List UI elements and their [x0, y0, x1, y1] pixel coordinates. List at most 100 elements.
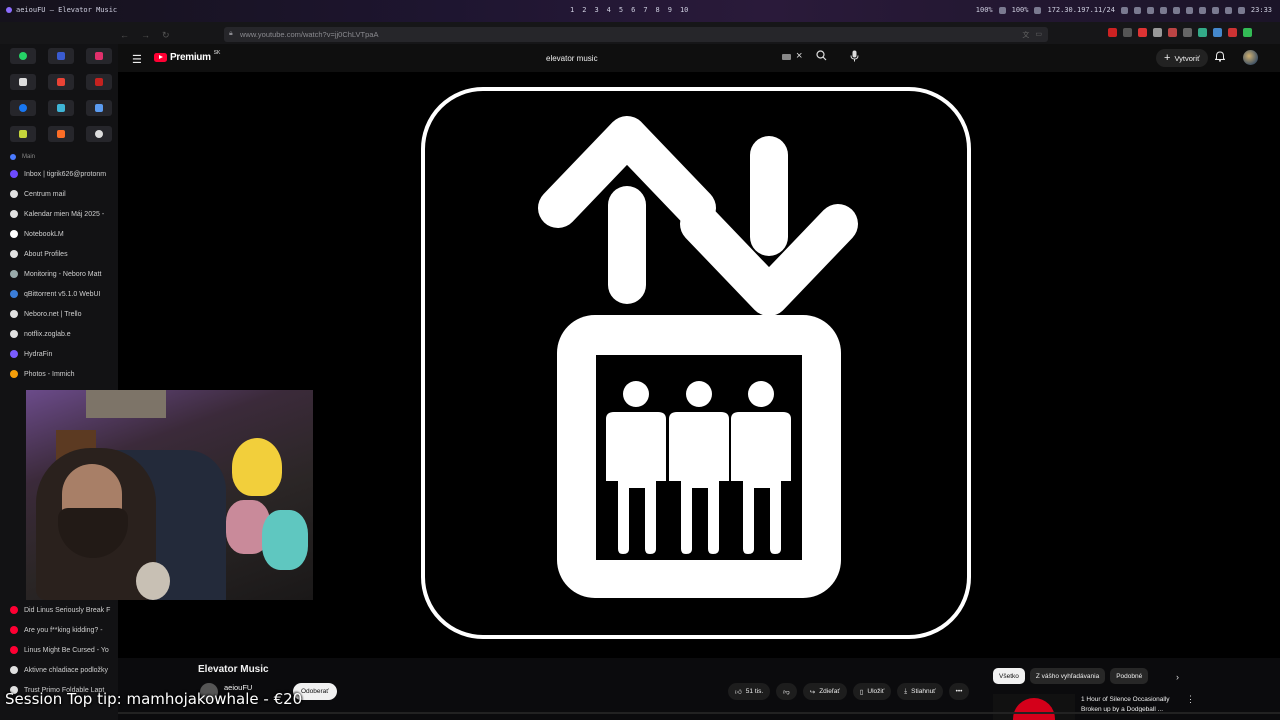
tray-app-icon[interactable]	[1120, 6, 1128, 14]
tray-app-icon[interactable]	[1211, 6, 1219, 14]
workspace-button[interactable]: 3	[594, 6, 598, 14]
chip-related[interactable]: Podobné	[1110, 668, 1149, 684]
webcam-miku-plush	[262, 510, 308, 570]
sidebar-tab[interactable]: Aktivne chladiace podložky	[0, 660, 118, 680]
microphone-icon[interactable]	[850, 50, 859, 65]
tray-app-icon[interactable]	[1237, 6, 1245, 14]
network-icon[interactable]	[1034, 6, 1042, 14]
extension-icon[interactable]	[1153, 28, 1162, 37]
reader-icon[interactable]: ▭	[1035, 30, 1042, 40]
notifications-bell-icon[interactable]	[1214, 51, 1226, 65]
workspace-button[interactable]: 4	[607, 6, 611, 14]
pinned-gitlab-icon[interactable]	[48, 126, 74, 142]
workspace-button[interactable]: 2	[582, 6, 586, 14]
tab-favicon-icon	[10, 210, 18, 218]
sidebar-tab[interactable]: NotebookLM	[0, 224, 118, 244]
more-actions-button[interactable]: •••	[948, 683, 970, 700]
chip-all[interactable]: Všetko	[993, 668, 1025, 684]
translate-icon[interactable]: 文	[1022, 30, 1029, 40]
tray-app-icon[interactable]	[1172, 6, 1180, 14]
forward-icon[interactable]: →	[141, 30, 150, 41]
extension-icon[interactable]	[1108, 28, 1117, 37]
pinned-app-icon[interactable]	[10, 126, 36, 142]
address-bar[interactable]: 🔒︎ www.youtube.com/watch?v=jj0ChLVTpaA 文…	[224, 27, 1048, 42]
extension-icon[interactable]	[1243, 28, 1252, 37]
tab-group-label[interactable]: Main	[0, 150, 118, 164]
pinned-instagram-icon[interactable]	[86, 48, 112, 64]
workspace-button[interactable]: 7	[643, 6, 647, 14]
sidebar-tab[interactable]: Monitoring - Neboro Matt	[0, 264, 118, 284]
sidebar-tab[interactable]: Did Linus Seriously Break F	[0, 600, 118, 620]
tray-app-icon[interactable]	[1185, 6, 1193, 14]
workspace-button[interactable]: 10	[680, 6, 688, 14]
workspace-button[interactable]: 5	[619, 6, 623, 14]
tray-app-icon[interactable]	[1146, 6, 1154, 14]
menu-icon[interactable]: ☰	[132, 53, 142, 66]
sidebar-tab[interactable]: Inbox | tigrik626@protonm	[0, 164, 118, 184]
more-vertical-icon[interactable]: ⋮	[1186, 694, 1195, 705]
sidebar-tab[interactable]: qBittorrent v5.1.0 WebUI	[0, 284, 118, 304]
tray-app-icon[interactable]	[1159, 6, 1167, 14]
sidebar-tab[interactable]: Centrum mail	[0, 184, 118, 204]
sidebar-tab[interactable]: Are you f**king kidding? -	[0, 620, 118, 640]
share-label: Zdieľať	[819, 688, 840, 695]
sidebar-tab[interactable]: HydraFin	[0, 344, 118, 364]
page-scrollbar[interactable]	[118, 712, 1280, 714]
tab-favicon-icon	[10, 310, 18, 318]
youtube-logo[interactable]: Premium SK	[154, 50, 220, 63]
pinned-messenger-icon[interactable]	[10, 100, 36, 116]
pinned-gmail-icon[interactable]	[86, 74, 112, 90]
pinned-app-icon[interactable]	[86, 100, 112, 116]
pinned-app-icon[interactable]	[48, 100, 74, 116]
share-button[interactable]: ↪ Zdieľať	[802, 683, 847, 700]
sidebar-tab[interactable]: About Profiles	[0, 244, 118, 264]
account-avatar[interactable]	[1243, 50, 1258, 65]
recommendation-thumbnail[interactable]	[993, 694, 1075, 720]
like-button[interactable]: 👍︎ 51 tis.	[728, 683, 771, 700]
save-button[interactable]: ▯ Uložiť	[852, 683, 892, 700]
sidebar-tab[interactable]: Photos - Immich	[0, 364, 118, 384]
tray-app-icon[interactable]	[1224, 6, 1232, 14]
sidebar-tab[interactable]: Neboro.net | Trello	[0, 304, 118, 324]
extension-icon[interactable]	[1183, 28, 1192, 37]
extension-icon[interactable]	[1138, 28, 1147, 37]
tray-app-icon[interactable]	[1198, 6, 1206, 14]
pinned-x-icon[interactable]	[10, 74, 36, 90]
tab-favicon-icon	[10, 230, 18, 238]
back-icon[interactable]: ←	[120, 30, 129, 41]
create-button[interactable]: + Vytvoriť	[1156, 49, 1208, 67]
nav-buttons: ← → ↻	[120, 30, 170, 41]
sidebar-tab[interactable]: notflix.zoglab.e	[0, 324, 118, 344]
clock: 23:33	[1250, 6, 1272, 14]
download-button[interactable]: ⤓ Stiahnuť	[897, 683, 943, 700]
sidebar-tab[interactable]: Kalendar mien Máj 2025 -	[0, 204, 118, 224]
tab-label: qBittorrent v5.1.0 WebUI	[24, 290, 101, 298]
pinned-gmail-icon[interactable]	[48, 74, 74, 90]
reload-icon[interactable]: ↻	[162, 30, 170, 41]
sidebar-tab[interactable]: Linus Might Be Cursed - Yo	[0, 640, 118, 660]
tab-label: Aktivne chladiace podložky	[24, 666, 109, 674]
extension-icon[interactable]	[1168, 28, 1177, 37]
extension-icon[interactable]	[1228, 28, 1237, 37]
keyboard-icon[interactable]	[782, 54, 791, 60]
tray-app-icon[interactable]	[1133, 6, 1141, 14]
pinned-github-icon[interactable]	[86, 126, 112, 142]
search-button-icon[interactable]	[816, 50, 827, 64]
volume-icon[interactable]	[998, 6, 1006, 14]
tab-favicon-icon	[10, 270, 18, 278]
clear-search-icon[interactable]: ×	[796, 50, 802, 62]
extension-icon[interactable]	[1198, 28, 1207, 37]
chip-from-search[interactable]: Z vášho vyhľadávania	[1029, 668, 1106, 684]
extension-icon[interactable]	[1213, 28, 1222, 37]
status-volume: 100%	[1011, 6, 1029, 14]
pinned-whatsapp-icon[interactable]	[10, 48, 36, 64]
chevron-right-icon[interactable]: ›	[1176, 672, 1179, 682]
dislike-button[interactable]: 👎︎	[776, 683, 797, 700]
workspace-button[interactable]: 8	[656, 6, 660, 14]
workspace-button[interactable]: 9	[668, 6, 672, 14]
workspace-button[interactable]: 6	[631, 6, 635, 14]
workspace-button[interactable]: 1	[570, 6, 574, 14]
search-input[interactable]: elevator music ×	[538, 49, 806, 67]
pinned-app-icon[interactable]	[48, 48, 74, 64]
extension-icon[interactable]	[1123, 28, 1132, 37]
